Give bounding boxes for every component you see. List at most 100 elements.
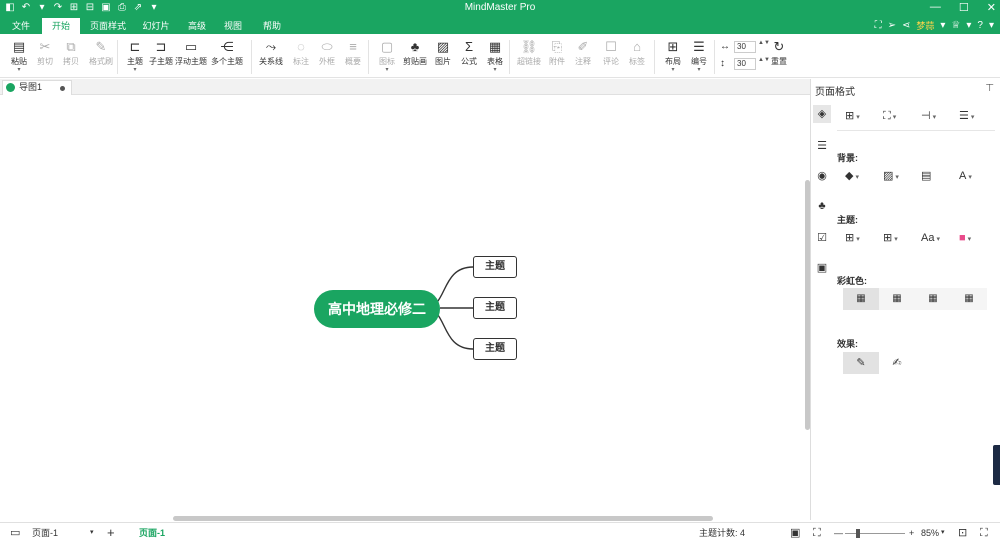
connector-icon: ⊣ xyxy=(921,110,931,122)
chevron-down-icon[interactable]: ▾ xyxy=(684,67,714,73)
clipart-tab-icon[interactable]: ♣ xyxy=(813,197,831,215)
chevron-down-icon: ▾ xyxy=(855,174,859,181)
chevron-down-icon: ▾ xyxy=(894,236,898,243)
tab-slides[interactable]: 幻灯片 xyxy=(138,18,174,34)
maximize-button[interactable]: ☐ xyxy=(959,1,969,14)
fit-screen-icon[interactable]: ⊡ xyxy=(958,523,967,543)
branch-width-input[interactable]: 30 xyxy=(734,41,756,53)
reset-button[interactable]: ↻ 重置 xyxy=(764,37,794,77)
rainbow-option-2[interactable]: ▦ xyxy=(879,288,915,310)
effect-option-handdrawn[interactable]: ✍ xyxy=(879,352,915,374)
background-fill-button[interactable]: ◆ ▾ xyxy=(845,165,859,187)
page-select[interactable]: 页面-1 xyxy=(32,523,58,543)
help-icon[interactable]: ? xyxy=(977,20,983,31)
org-chart-icon: ⛶ xyxy=(883,110,891,122)
numbering-label: 编号 xyxy=(691,57,707,66)
user-name[interactable]: 梦蒜 xyxy=(916,19,934,32)
effect-option-flat[interactable]: ✎ xyxy=(843,352,879,374)
theme-chevron-down-icon[interactable]: ▾ xyxy=(966,20,971,31)
zoom-slider-track[interactable] xyxy=(845,533,905,534)
central-topic[interactable]: 高中地理必修二 xyxy=(314,290,440,328)
multiple-topics-button[interactable]: ⋲ 多个主题 xyxy=(211,37,243,77)
fit-width-icon[interactable]: ⛶ xyxy=(813,523,821,543)
gallery-tab-icon[interactable]: ▣ xyxy=(813,259,831,277)
add-page-button[interactable]: + xyxy=(107,523,115,543)
page-format-tab-icon[interactable]: ◈ xyxy=(813,105,831,123)
org-structure-button[interactable]: ⛶ ▾ xyxy=(883,105,896,127)
unsaved-dot-icon[interactable] xyxy=(60,86,65,91)
zoom-chevron-down-icon[interactable]: ▾ xyxy=(941,523,945,543)
active-page-tab[interactable]: 页面-1 xyxy=(139,523,165,543)
format-panel: 页面格式 ⊤ ◈ ☰ ◉ ♣ ☑ ▣ ⊞ ▾ ⛶ ▾ ⊣ ▾ ☰ ▾ 背景: ◆ ▾ ▨ ▾… xyxy=(810,79,1000,520)
format-painter-button[interactable]: ✎ 格式刷 xyxy=(86,37,116,77)
send-icon[interactable]: ➢ xyxy=(888,20,896,31)
user-chevron-down-icon[interactable]: ▾ xyxy=(940,20,945,31)
main-topic-3[interactable]: 主题 xyxy=(473,338,517,360)
tag-button[interactable]: ⌂ 标签 xyxy=(622,37,652,77)
main-topic-1[interactable]: 主题 xyxy=(473,256,517,278)
relationship-icon: ⤳ xyxy=(265,39,277,54)
tab-advanced[interactable]: 高级 xyxy=(182,18,212,34)
icon-tab-icon[interactable]: ◉ xyxy=(813,167,831,185)
side-handle[interactable] xyxy=(993,445,1000,485)
fit-page-icon[interactable]: ▣ xyxy=(790,523,800,543)
image-icon: ▨ xyxy=(883,170,894,182)
close-button[interactable]: ✕ xyxy=(987,1,996,14)
rainbow-option-3[interactable]: ▦ xyxy=(915,288,951,310)
help-chevron-down-icon[interactable]: ▾ xyxy=(989,20,994,31)
background-image-button[interactable]: ▨ ▾ xyxy=(883,165,899,187)
connector-style-button[interactable]: ⊣ ▾ xyxy=(921,105,936,127)
summary-button[interactable]: ≡ 概要 xyxy=(338,37,368,77)
font-icon: Aa xyxy=(921,232,935,244)
title-bar: ◧ ↶ ▾ ↷ ⊞ ⊟ ▣ ⎙ ⇗ ▾ MindMaster Pro — ☐ ✕ xyxy=(0,0,1000,18)
window-title: MindMaster Pro xyxy=(464,2,536,13)
share-icon[interactable]: ⋖ xyxy=(902,20,910,31)
rainbow-option-1[interactable]: ▦ xyxy=(843,288,879,310)
horizontal-scrollbar[interactable] xyxy=(173,516,713,521)
table-button[interactable]: ▦ 表格 ▾ xyxy=(480,37,510,77)
zoom-out-button[interactable]: — xyxy=(834,523,843,543)
fullscreen-icon[interactable]: ⛶ xyxy=(980,523,988,543)
page-select-chevron-down-icon[interactable]: ▾ xyxy=(90,523,94,543)
branch-height-input[interactable]: 30 xyxy=(734,58,756,70)
panel-divider xyxy=(837,130,995,131)
clipart-icon: ♣ xyxy=(410,39,420,54)
theme-section-label: 主题: xyxy=(837,215,858,225)
task-tab-icon[interactable]: ☑ xyxy=(813,229,831,247)
branch-width-spinner[interactable]: ↔ 30 ▲▼ xyxy=(720,40,770,54)
numbering-style-button[interactable]: ☰ ▾ xyxy=(959,105,974,127)
document-tab[interactable]: 导图1 xyxy=(2,80,72,95)
chevron-down-icon: ▾ xyxy=(892,114,897,121)
chevron-down-icon[interactable]: ▾ xyxy=(480,67,510,73)
outline-tab-icon[interactable]: ☰ xyxy=(813,137,831,155)
theme-color-button[interactable]: ■ ▾ xyxy=(959,227,971,249)
numbering-button[interactable]: ☰ 编号 ▾ xyxy=(684,37,714,77)
zoom-level[interactable]: 85% xyxy=(921,523,939,543)
theme-button[interactable]: ⊞ ▾ xyxy=(845,227,860,249)
page-view-icon[interactable]: ▭ xyxy=(10,523,20,543)
rainbow-option-4[interactable]: ▦ xyxy=(951,288,987,310)
tab-help[interactable]: 帮助 xyxy=(254,18,290,34)
watermark-button[interactable]: A ▾ xyxy=(959,165,972,187)
tab-file[interactable]: 文件 xyxy=(4,18,38,34)
chevron-down-icon: ▾ xyxy=(970,114,975,121)
main-topic-2[interactable]: 主题 xyxy=(473,297,517,319)
theme-layout-button[interactable]: ⊞ ▾ xyxy=(883,227,898,249)
background-texture-button[interactable]: ▤ xyxy=(921,165,931,187)
chevron-down-icon[interactable]: ▾ xyxy=(372,67,402,73)
fullscreen-icon[interactable]: ⛶ xyxy=(875,20,882,31)
numbering-icon: ☰ xyxy=(693,39,705,54)
theme-font-button[interactable]: Aa ▾ xyxy=(921,227,940,249)
tab-home[interactable]: 开始 xyxy=(42,18,80,34)
tab-page-style[interactable]: 页面样式 xyxy=(86,18,130,34)
effect-section-label: 效果: xyxy=(837,339,858,349)
layout-structure-button[interactable]: ⊞ ▾ xyxy=(845,105,860,127)
floating-topic-button[interactable]: ▭ 浮动主题 xyxy=(175,37,207,77)
zoom-slider-handle[interactable] xyxy=(856,529,860,538)
zoom-in-button[interactable]: + xyxy=(909,523,914,543)
theme-icon[interactable]: ♕ xyxy=(951,20,960,31)
tab-view[interactable]: 视图 xyxy=(218,18,248,34)
pin-icon[interactable]: ⊤ xyxy=(985,83,994,94)
minimize-button[interactable]: — xyxy=(930,1,941,14)
background-section-label: 背景: xyxy=(837,153,858,163)
